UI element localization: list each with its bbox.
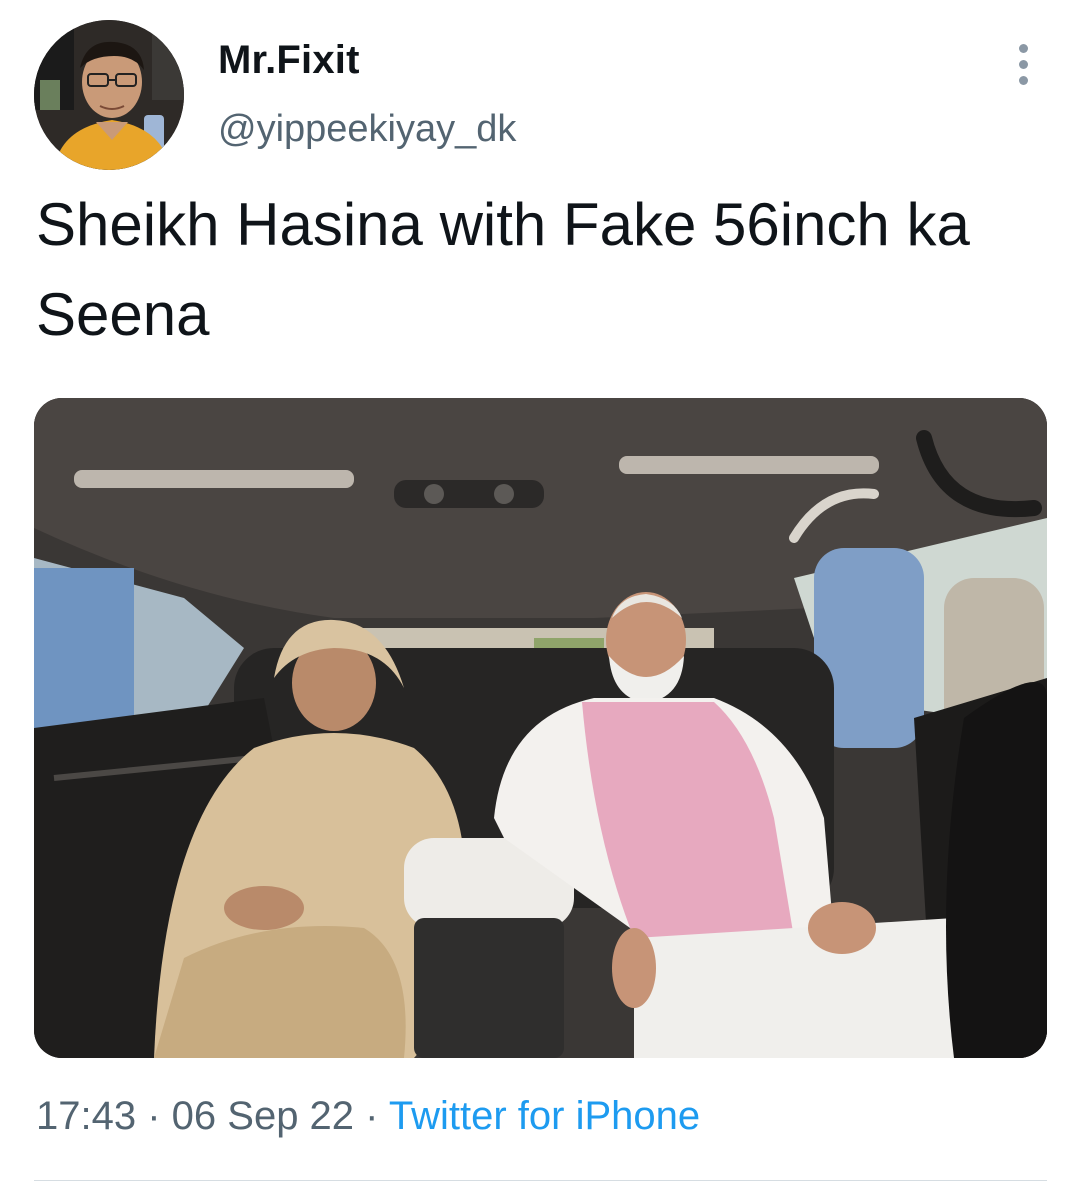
tweet-text: Sheikh Hasina with Fake 56inch ka Seena [36, 191, 970, 348]
divider [34, 1180, 1047, 1181]
tweet-source-link[interactable]: Twitter for iPhone [389, 1094, 700, 1138]
more-dot [1019, 44, 1028, 53]
more-dot [1019, 60, 1028, 69]
meta-separator: · [354, 1094, 389, 1138]
avatar[interactable] [34, 20, 184, 170]
tweet-time: 17:43 [36, 1094, 137, 1138]
more-dot [1019, 76, 1028, 85]
more-options-icon[interactable] [1006, 40, 1042, 90]
photo-two-people-in-car-icon [34, 398, 1047, 1058]
tweet-date: 06 Sep 22 [171, 1094, 355, 1138]
profile-photo-icon [34, 20, 184, 170]
tweet-meta: 17:43 · 06 Sep 22 · Twitter for iPhone [36, 1094, 700, 1139]
display-name[interactable]: Mr.Fixit [218, 38, 360, 83]
user-handle[interactable]: @yippeekiyay_dk [218, 108, 516, 151]
tweet-media-photo[interactable] [34, 398, 1047, 1058]
tweet-card: Mr.Fixit @yippeekiyay_dk Sheikh Hasina w… [0, 0, 1080, 1188]
meta-separator: · [136, 1094, 172, 1138]
